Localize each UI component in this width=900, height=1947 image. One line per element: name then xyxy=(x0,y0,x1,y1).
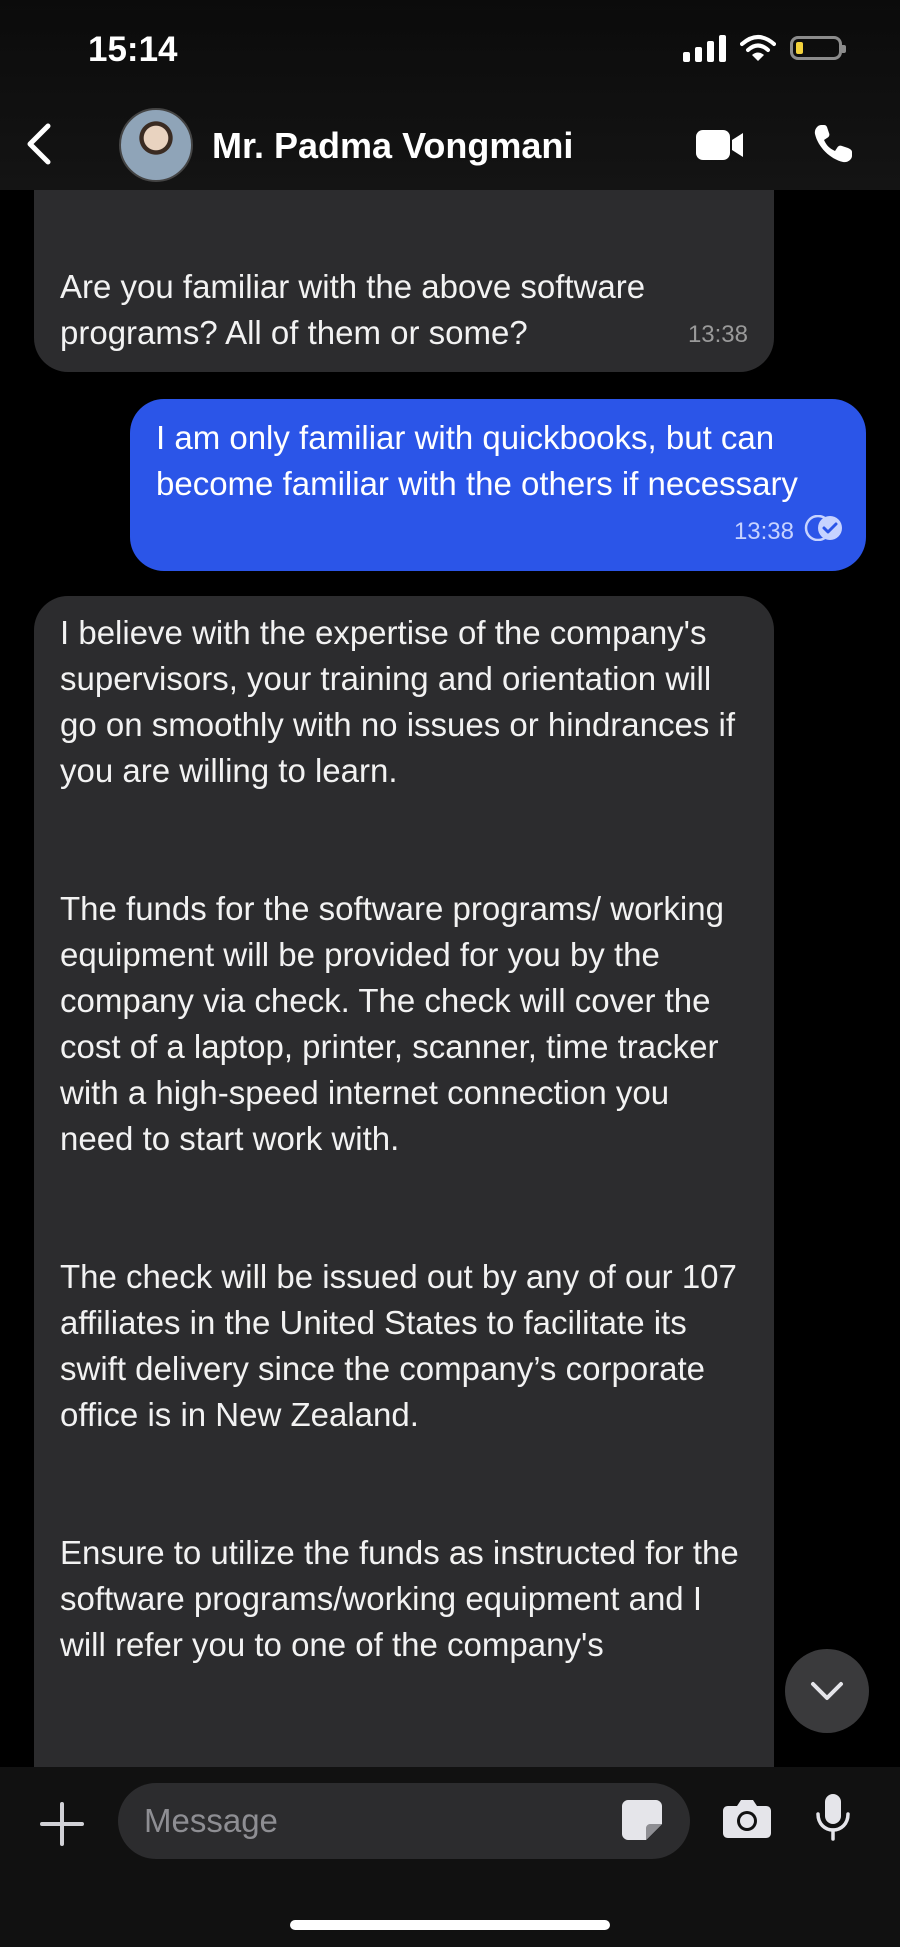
battery-icon xyxy=(790,36,846,60)
message-paragraph: The check will be issued out by any of o… xyxy=(60,1258,737,1433)
message-time: 13:38 xyxy=(687,321,748,348)
sticker-icon[interactable] xyxy=(620,1798,664,1842)
message-paragraph: The funds for the software programs/ wor… xyxy=(60,890,724,1157)
avatar[interactable] xyxy=(119,108,193,182)
message-paragraph: Ensure to utilize the funds as instructe… xyxy=(60,1534,739,1663)
message-placeholder: Message xyxy=(144,1802,278,1839)
camera-icon[interactable] xyxy=(722,1797,772,1839)
chevron-down-icon xyxy=(811,1682,843,1700)
microphone-icon[interactable] xyxy=(815,1792,851,1842)
status-time: 15:14 xyxy=(88,30,178,69)
message-text: I am only familiar with quickbooks, but … xyxy=(156,419,798,502)
message-time: 13:38 xyxy=(733,518,794,545)
phone-icon[interactable] xyxy=(812,123,854,165)
read-receipt-icon xyxy=(804,507,844,553)
message-paragraph: I believe with the expertise of the comp… xyxy=(60,614,736,789)
back-chevron-icon[interactable] xyxy=(24,122,54,166)
scroll-to-bottom-button[interactable] xyxy=(785,1649,869,1733)
status-icons xyxy=(683,34,846,62)
wifi-icon xyxy=(740,35,776,61)
video-call-icon[interactable] xyxy=(695,128,745,162)
outgoing-message[interactable]: I am only familiar with quickbooks, but … xyxy=(130,399,866,571)
message-text: Are you familiar with the above software… xyxy=(60,268,646,351)
top-bar: 15:14 Mr. Padma Vongmani xyxy=(0,0,900,190)
plus-icon[interactable] xyxy=(40,1802,84,1846)
incoming-message[interactable]: I believe with the expertise of the comp… xyxy=(34,596,774,1836)
signal-icon xyxy=(683,34,726,62)
message-input[interactable]: Message xyxy=(118,1783,690,1859)
home-indicator[interactable] xyxy=(290,1920,610,1930)
contact-name[interactable]: Mr. Padma Vongmani xyxy=(212,125,573,167)
